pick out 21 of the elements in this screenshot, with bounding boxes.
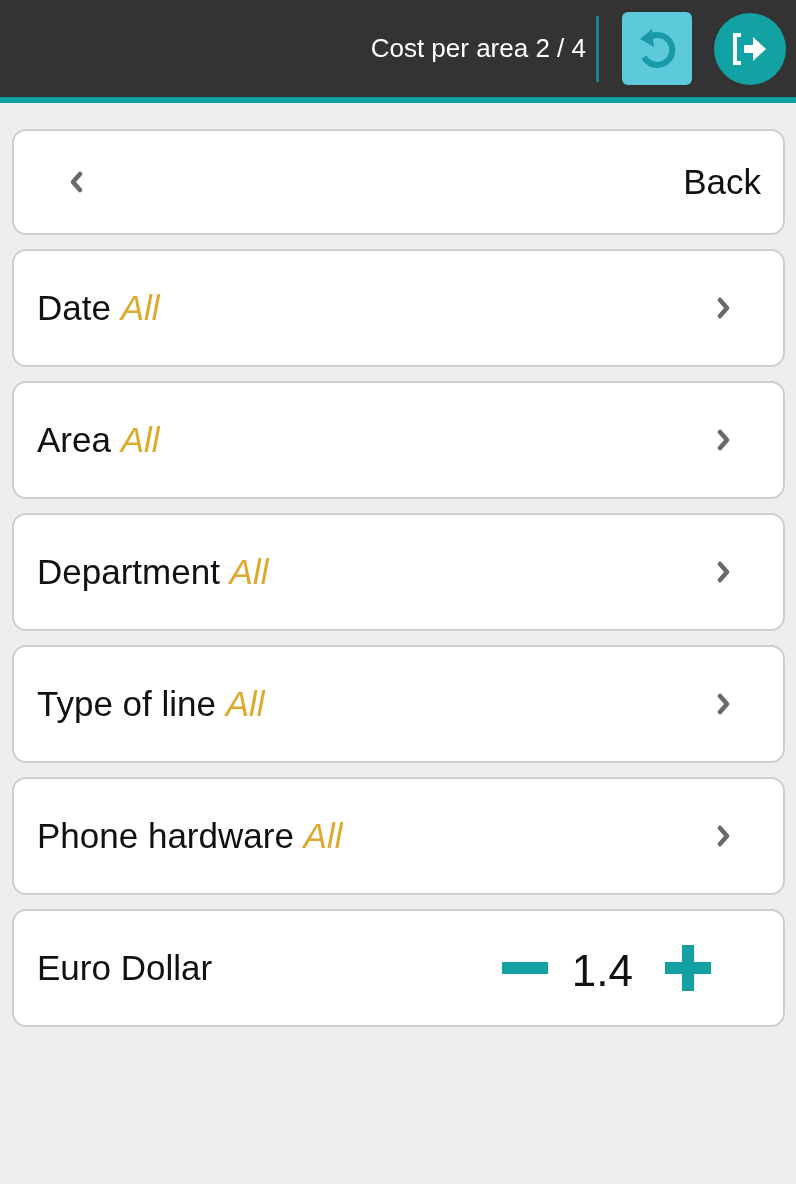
filter-row[interactable]: Date All [12,249,785,367]
plus-icon [665,945,711,991]
back-button[interactable]: Back [12,129,785,235]
filter-row[interactable]: Area All [12,381,785,499]
minus-icon [501,962,548,974]
screen-title: Cost per area 2 / 4 [370,33,586,64]
chevron-right-icon [717,429,731,451]
refresh-button[interactable] [622,12,692,85]
chevron-right-icon [717,561,731,583]
filter-row[interactable]: Phone hardware All [12,777,785,895]
filter-row[interactable]: Type of line All [12,645,785,763]
chevron-right-icon [717,825,731,847]
exchange-rate-value: 1.4 [571,946,633,996]
chevron-right-icon [717,297,731,319]
chevron-right-icon [717,693,731,715]
increase-button[interactable] [665,945,711,991]
chevron-left-icon [69,171,83,193]
exchange-rate-label: Euro Dollar [37,948,213,988]
exit-icon [732,31,768,66]
decrease-button[interactable] [501,962,548,974]
filter-row[interactable]: Department All [12,513,785,631]
